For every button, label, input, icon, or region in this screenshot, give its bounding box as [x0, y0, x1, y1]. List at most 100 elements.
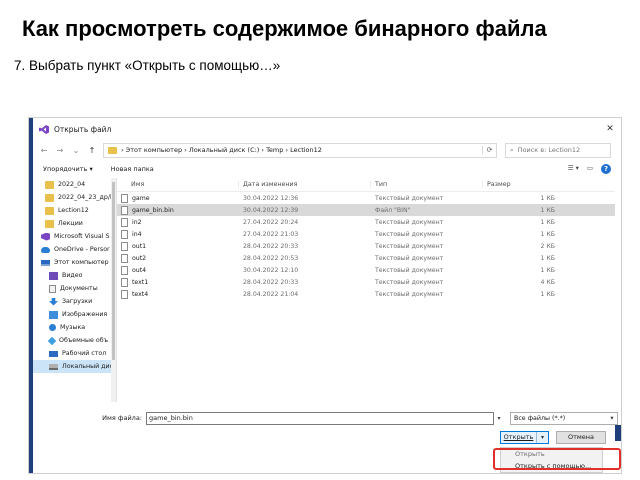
file-name: out1: [132, 242, 147, 250]
navigation-bar: ← → ⌄ ↑ › Этот компьютер › Локальный дис…: [33, 140, 621, 160]
down-icon: [49, 297, 58, 306]
vs-icon: [41, 232, 50, 241]
file-icon: [121, 277, 128, 287]
nav-item[interactable]: Этот компьютер: [33, 256, 116, 269]
filename-label: Имя файла:: [102, 414, 142, 422]
nav-item[interactable]: OneDrive - Persor: [33, 243, 116, 256]
address-bar[interactable]: › Этот компьютер › Локальный диск (C:) ›…: [103, 142, 497, 158]
file-type: Текстовый документ: [375, 266, 444, 274]
nav-item-label: Локальный дисн: [62, 363, 117, 370]
file-date: 30.04.2022 12:36: [243, 194, 299, 202]
filetype-select[interactable]: Все файлы (*.*) ▾: [510, 411, 618, 425]
nav-item[interactable]: 2022_04_23_др/l: [33, 191, 116, 204]
file-icon: [121, 229, 128, 239]
background-window-edge: [615, 425, 621, 441]
file-name: in4: [132, 230, 142, 238]
pane-toggle-icon[interactable]: ▭: [587, 164, 593, 174]
cloud-icon: [41, 246, 50, 253]
disk-icon: [49, 363, 58, 370]
file-row[interactable]: text4 28.04.2022 21:04 Текстовый документ 1…: [117, 288, 615, 300]
open-dropdown-arrow-icon[interactable]: ▾: [536, 432, 548, 443]
file-name-cell: out2: [117, 253, 239, 263]
file-size: 2 КБ: [540, 242, 555, 250]
nav-item[interactable]: Lection12: [33, 204, 116, 217]
file-icon: [121, 241, 128, 251]
organize-button[interactable]: Упорядочить ▾: [43, 165, 93, 173]
doc-icon: [49, 284, 56, 293]
file-date: 28.04.2022 21:04: [243, 290, 299, 298]
file-icon: [121, 289, 128, 299]
file-row[interactable]: out4 30.04.2022 12:10 Текстовый документ 1 …: [117, 264, 615, 276]
cancel-button[interactable]: Отмена: [556, 431, 606, 444]
file-name: game: [132, 194, 150, 202]
nav-item[interactable]: Видео: [33, 269, 116, 282]
nav-item[interactable]: Документы: [33, 282, 116, 295]
chevron-down-icon[interactable]: ⌄: [71, 146, 81, 155]
file-type: Файл "BIN": [375, 206, 411, 214]
open-split-button[interactable]: Открыть ▾: [500, 431, 549, 444]
open-file-dialog: Открыть файл ✕ ← → ⌄ ↑ › Этот компьютер …: [33, 118, 621, 473]
close-icon[interactable]: ✕: [599, 124, 621, 134]
file-size: 1 КБ: [540, 194, 555, 202]
file-list: Имя Дата изменения Тип Размер game 30.04.…: [117, 178, 615, 402]
nav-item[interactable]: Локальный дисн: [33, 360, 116, 373]
column-header-name[interactable]: Имя: [117, 181, 239, 188]
scrollbar-thumb[interactable]: [112, 182, 115, 360]
file-type: Текстовый документ: [375, 230, 444, 238]
forward-arrow-icon[interactable]: →: [55, 146, 65, 155]
filename-input[interactable]: game_bin.bin: [146, 411, 494, 425]
nav-item[interactable]: Лекции: [33, 217, 116, 230]
nav-item-label: Музыка: [60, 324, 86, 331]
slide-title: Как просмотреть содержимое бинарного фай…: [22, 16, 547, 41]
nav-item-label: 2022_04: [58, 181, 86, 188]
file-date: 28.04.2022 20:33: [243, 278, 299, 286]
video-icon: [49, 271, 58, 280]
search-input[interactable]: ⌕ Поиск в: Lection12: [505, 142, 611, 158]
dialog-titlebar: Открыть файл ✕: [33, 118, 621, 140]
nav-item[interactable]: Рабочий стол: [33, 347, 116, 360]
nav-item[interactable]: Microsoft Visual S: [33, 230, 116, 243]
back-arrow-icon[interactable]: ←: [39, 146, 49, 155]
file-row[interactable]: game 30.04.2022 12:36 Текстовый документ 1 …: [117, 192, 615, 204]
column-header-type[interactable]: Тип: [371, 181, 483, 188]
refresh-icon[interactable]: ⟳: [482, 146, 496, 154]
navigation-scrollbar[interactable]: [111, 178, 116, 402]
file-row[interactable]: in4 27.04.2022 21:03 Текстовый документ 1 К…: [117, 228, 615, 240]
file-row[interactable]: out2 28.04.2022 20:53 Текстовый документ 1 …: [117, 252, 615, 264]
nav-item-label: Объемные объ: [59, 337, 109, 344]
file-name-cell: out1: [117, 241, 239, 251]
view-options-button[interactable]: ☰ ▾: [568, 164, 579, 174]
help-icon[interactable]: ?: [601, 163, 611, 174]
nav-item[interactable]: Объемные объ: [33, 334, 116, 347]
file-row[interactable]: text1 28.04.2022 20:33 Текстовый документ 4…: [117, 276, 615, 288]
nav-item[interactable]: Музыка: [33, 321, 116, 334]
file-date: 27.04.2022 21:03: [243, 230, 299, 238]
file-type: Текстовый документ: [375, 194, 444, 202]
chevron-down-icon[interactable]: ▾: [494, 412, 504, 425]
search-placeholder: Поиск в: Lection12: [517, 146, 581, 154]
nav-item-label: 2022_04_23_др/l: [58, 194, 112, 201]
file-name: in2: [132, 218, 142, 226]
folder-icon: [45, 206, 54, 215]
dialog-title: Открыть файл: [54, 124, 112, 134]
highlight-outline: [493, 448, 621, 470]
file-size: 1 КБ: [540, 218, 555, 226]
nav-item[interactable]: 2022_04: [33, 178, 116, 191]
folder-icon: [45, 180, 54, 189]
column-header-date[interactable]: Дата изменения: [239, 181, 371, 188]
file-row[interactable]: out1 28.04.2022 20:33 Текстовый документ 2 …: [117, 240, 615, 252]
column-header-size[interactable]: Размер: [483, 181, 563, 188]
file-row[interactable]: in2 27.04.2022 20:24 Текстовый документ 1 К…: [117, 216, 615, 228]
up-arrow-icon[interactable]: ↑: [87, 146, 97, 155]
folder-icon: [108, 146, 117, 154]
new-folder-button[interactable]: Новая папка: [111, 165, 154, 173]
nav-item-label: Лекции: [58, 220, 83, 227]
nav-item-label: Этот компьютер: [54, 259, 109, 266]
breadcrumb: › Этот компьютер › Локальный диск (C:) ›…: [121, 146, 322, 154]
open-button[interactable]: Открыть: [501, 432, 536, 443]
file-icon: [121, 253, 128, 263]
nav-item[interactable]: Загрузки: [33, 295, 116, 308]
nav-item-label: Документы: [60, 285, 98, 292]
nav-item[interactable]: Изображения: [33, 308, 116, 321]
file-row[interactable]: game_bin.bin 30.04.2022 12:39 Файл "BIN" 1 …: [117, 204, 615, 216]
